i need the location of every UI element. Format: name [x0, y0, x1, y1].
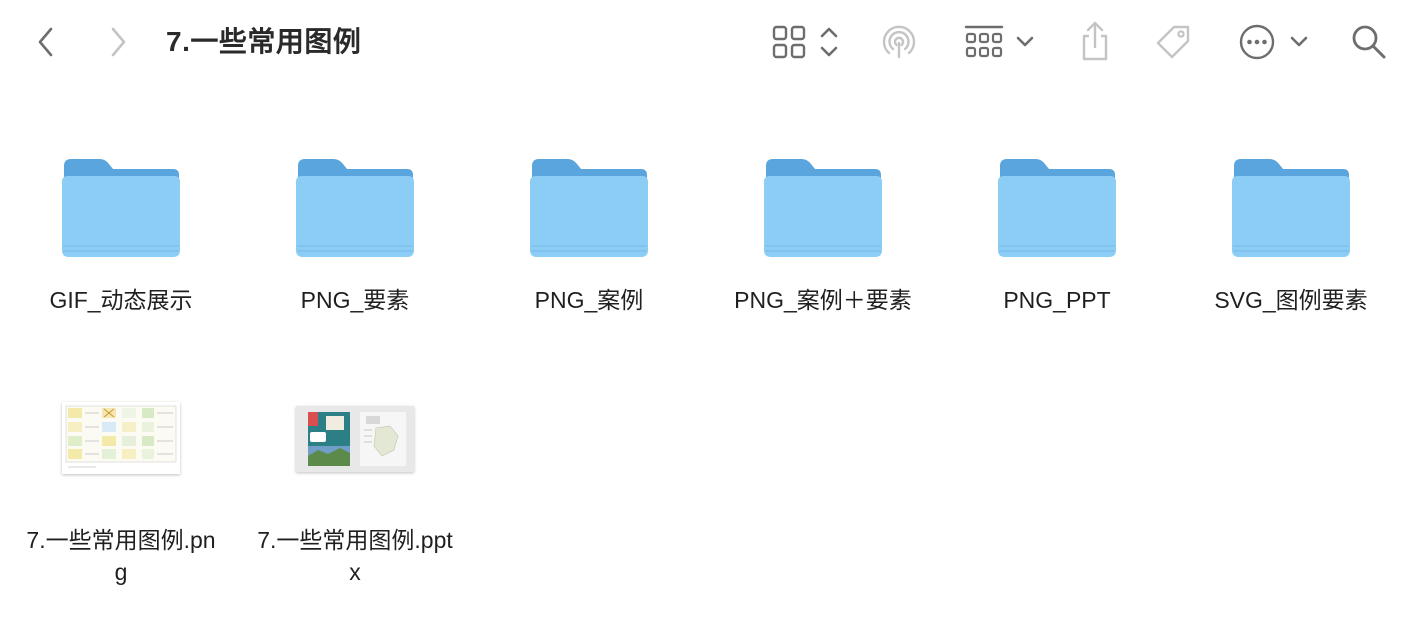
icon-grid-view-icon — [772, 25, 806, 59]
folder-item[interactable]: PNG_案例 — [472, 150, 706, 316]
item-name: GIF_动态展示 — [49, 287, 193, 313]
pptx-thumbnail — [296, 406, 414, 472]
share-button[interactable] — [1074, 18, 1116, 64]
item-name: PNG_案例 — [534, 287, 644, 313]
airdrop-icon — [882, 25, 916, 59]
share-icon — [1082, 21, 1108, 61]
view-mode-button[interactable] — [768, 20, 844, 64]
folder-icon — [530, 159, 648, 257]
folder-item[interactable]: SVG_图例要素 — [1174, 150, 1408, 316]
up-down-chevron-icon — [820, 27, 838, 57]
tag-icon — [1156, 25, 1190, 59]
search-button[interactable] — [1346, 20, 1392, 64]
toolbar: 7.一些常用图例 — [0, 0, 1412, 84]
folder-icon — [1232, 159, 1350, 257]
folder-item[interactable]: GIF_动态展示 — [4, 150, 238, 316]
airdrop-button[interactable] — [876, 20, 922, 64]
back-button[interactable] — [28, 22, 64, 62]
back-icon — [38, 27, 53, 57]
item-name: SVG_图例要素 — [1214, 287, 1368, 313]
png-thumbnail — [62, 402, 180, 474]
folder-item[interactable]: PNG_要素 — [238, 150, 472, 316]
group-by-icon — [964, 25, 1004, 58]
item-name: PNG_要素 — [300, 287, 410, 313]
folder-item[interactable]: PNG_PPT — [940, 150, 1174, 316]
folder-icon — [62, 159, 180, 257]
presentation-slide-icon — [296, 406, 414, 472]
group-by-button[interactable] — [960, 20, 1040, 64]
folder-icon — [764, 159, 882, 257]
item-name: 7.一些常用图例.pptx — [257, 527, 453, 585]
window-title: 7.一些常用图例 — [166, 26, 362, 57]
more-actions-button[interactable] — [1236, 20, 1312, 64]
finder-window: 7.一些常用图例 GIF_动态展示 PNG_要素 PNG_案例 PNG_案例＋要… — [0, 0, 1412, 636]
more-actions-icon — [1239, 24, 1275, 60]
search-icon — [1352, 25, 1386, 59]
item-name: PNG_PPT — [1003, 287, 1111, 313]
chevron-down-icon — [1290, 36, 1308, 47]
file-item[interactable]: 7.一些常用图例.pptx — [238, 370, 472, 588]
folder-icon — [296, 159, 414, 257]
forward-icon — [111, 27, 126, 57]
folder-item[interactable]: PNG_案例＋要素 — [706, 150, 940, 316]
legend-sheet-icon — [62, 402, 180, 474]
file-item[interactable]: 7.一些常用图例.png — [4, 370, 238, 588]
item-name: 7.一些常用图例.png — [26, 527, 216, 585]
tags-button[interactable] — [1150, 20, 1196, 64]
forward-button[interactable] — [100, 22, 136, 62]
folder-icon — [998, 159, 1116, 257]
chevron-down-icon — [1016, 36, 1034, 47]
item-name: PNG_案例＋要素 — [734, 287, 912, 313]
